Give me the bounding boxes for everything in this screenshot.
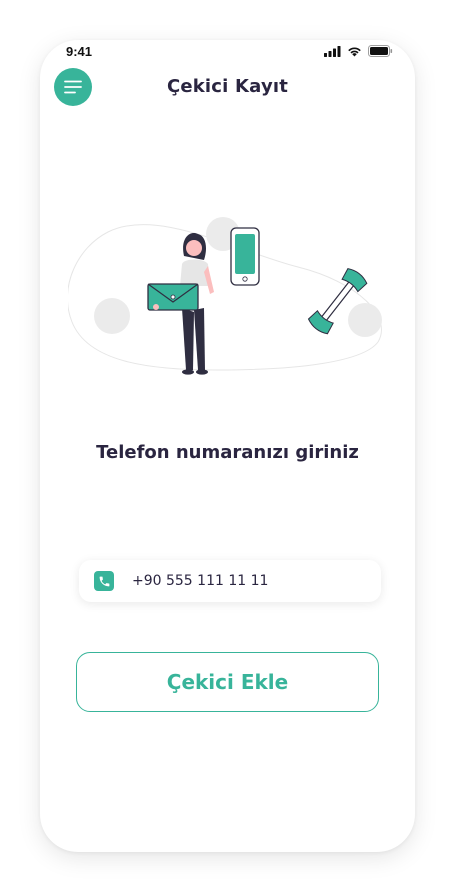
decor-circle-right — [348, 303, 382, 337]
phone-screen: 9:41 Çekici Kayıt Telefon numaranızı gir… — [40, 40, 415, 852]
phone-prompt: Telefon numaranızı giriniz — [96, 442, 359, 463]
mobile-phone-drawing — [230, 227, 260, 286]
signal-icon — [324, 45, 341, 57]
wifi-icon — [348, 46, 361, 56]
phone-number-input[interactable] — [132, 573, 352, 589]
battery-icon — [368, 45, 393, 57]
status-icons — [324, 45, 393, 57]
woman-drawing — [147, 232, 214, 375]
phone-icon — [94, 571, 114, 591]
decor-circle-left — [94, 298, 130, 334]
status-time: 9:41 — [66, 44, 93, 59]
add-tow-truck-button[interactable]: Çekici Ekle — [76, 652, 379, 712]
page-title: Çekici Kayıt — [166, 76, 289, 97]
illustration — [68, 217, 382, 375]
phone-number-field[interactable] — [79, 560, 381, 602]
status-bar: 9:41 — [40, 40, 415, 64]
